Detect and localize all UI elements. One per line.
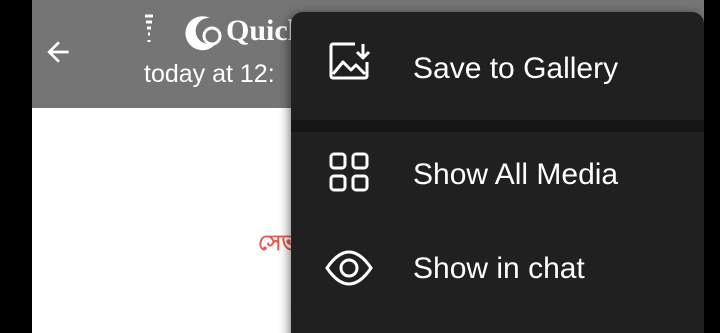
menu-divider xyxy=(291,120,704,132)
menu-item-label: Save to Gallery xyxy=(413,52,619,85)
menu-item-show-all-media[interactable]: Show All Media xyxy=(291,138,704,222)
overflow-popup-menu: Save to Gallery Show All Media Show in c… xyxy=(291,12,704,333)
menu-item-label: Show in chat xyxy=(413,252,585,285)
back-button[interactable] xyxy=(38,30,78,74)
sender-mark-icon xyxy=(145,14,153,42)
save-to-gallery-icon xyxy=(325,38,373,86)
media-viewer-screen: সেভ করতে সম্ভব 01726977625 Quick today a… xyxy=(0,0,720,333)
menu-item-show-in-chat[interactable]: Show in chat xyxy=(291,234,704,318)
app-bar-subtitle: today at 12: xyxy=(144,60,275,88)
menu-item-save-to-gallery[interactable]: Save to Gallery xyxy=(291,20,704,104)
grid-icon xyxy=(325,148,373,196)
brand-logo-icon xyxy=(185,16,222,51)
menu-item-label: Show All Media xyxy=(413,158,619,191)
left-black-bar xyxy=(0,0,32,333)
eye-icon xyxy=(325,244,373,292)
arrow-left-icon xyxy=(47,41,69,63)
right-black-bar xyxy=(704,0,720,333)
